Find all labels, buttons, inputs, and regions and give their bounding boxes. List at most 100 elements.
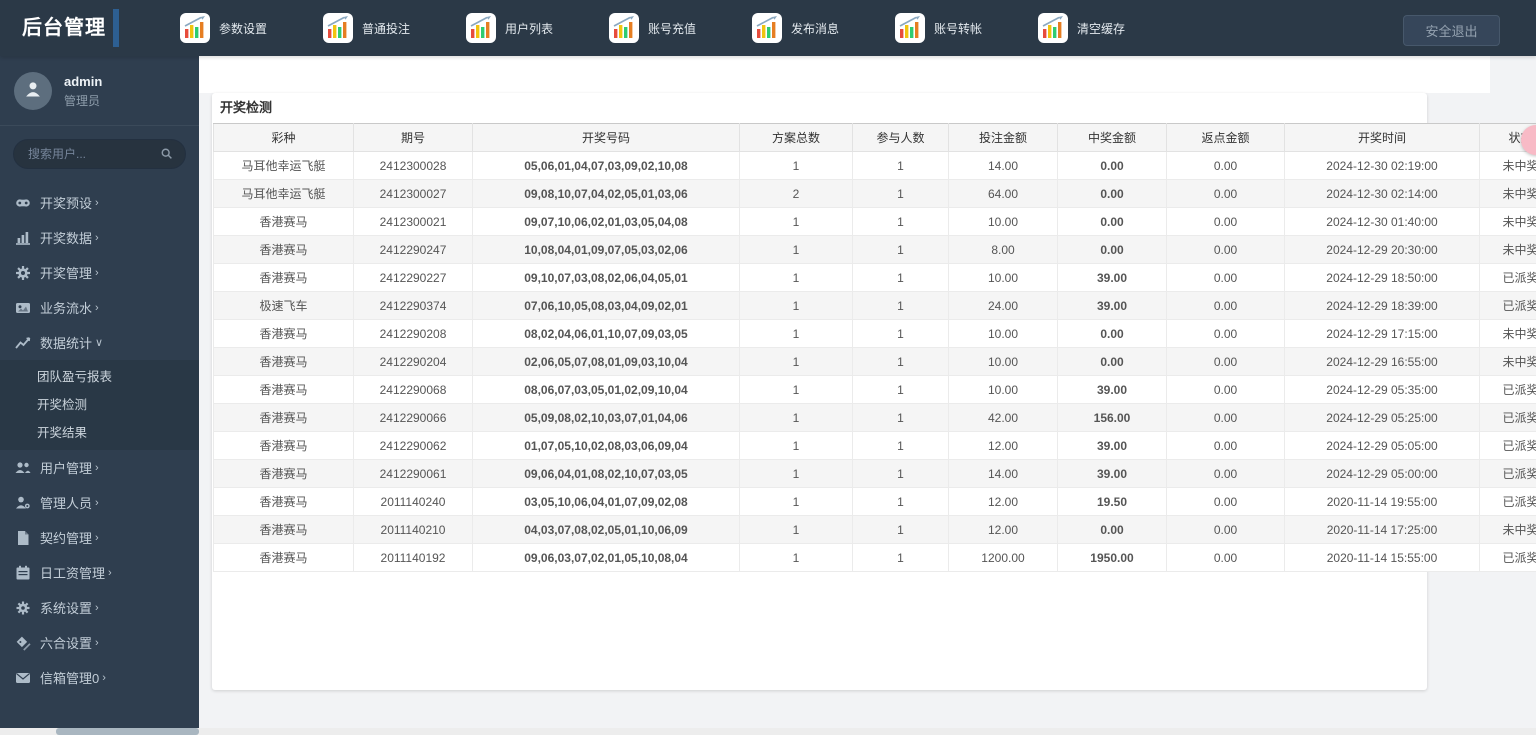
user-name: admin	[64, 73, 103, 89]
cell-plans: 1	[739, 431, 853, 460]
cell-issue: 2412300027	[353, 179, 473, 208]
sidebar-item-draw-preset[interactable]: 开奖预设 ›	[0, 185, 199, 220]
cell-win: 0.00	[1057, 347, 1167, 376]
sidebar-item-draw-manage[interactable]: 开奖管理 ›	[0, 255, 199, 290]
topbar-item-publish-message[interactable]: 发布消息	[752, 13, 895, 43]
topbar-item-label: 普通投注	[362, 21, 411, 36]
table-row: 香港赛马 2412290247 10,08,04,01,09,07,05,03,02…	[213, 235, 1536, 264]
user-icon	[23, 79, 43, 104]
column-header: 投注金额	[948, 123, 1058, 152]
cell-lottery: 香港赛马	[213, 515, 354, 544]
column-header: 返点金额	[1166, 123, 1285, 152]
table-row: 香港赛马 2412290062 01,07,05,10,02,08,03,06,09…	[213, 431, 1536, 460]
cell-issue: 2412300021	[353, 207, 473, 236]
cell-issue: 2412290227	[353, 263, 473, 292]
app-title: 后台管理	[22, 17, 106, 39]
chart-icon	[895, 13, 925, 43]
cell-time: 2024-12-30 02:14:00	[1284, 179, 1480, 208]
cell-players: 1	[852, 515, 949, 544]
cell-status: 未中奖	[1479, 347, 1536, 376]
cell-lottery: 香港赛马	[213, 375, 354, 404]
table-row: 香港赛马 2011140192 09,06,03,07,02,01,05,10,08…	[213, 543, 1536, 572]
cell-plans: 1	[739, 375, 853, 404]
cell-bet: 24.00	[948, 291, 1058, 320]
cell-lottery: 香港赛马	[213, 543, 354, 572]
cell-players: 1	[852, 375, 949, 404]
sidebar-item-draw-data[interactable]: 开奖数据 ›	[0, 220, 199, 255]
topbar-item-user-list[interactable]: 用户列表	[466, 13, 609, 43]
chevron-right-icon: ›	[95, 496, 99, 509]
user-gear-icon	[14, 494, 31, 511]
sidebar-item-data-stats[interactable]: 数据统计 ∨	[0, 325, 199, 360]
cell-lottery: 香港赛马	[213, 487, 354, 516]
chevron-right-icon: ›	[95, 196, 99, 209]
cell-players: 1	[852, 487, 949, 516]
sidebar-item-label: 开奖管理	[40, 266, 93, 281]
sidebar: admin 管理员 开奖预设›开奖数据›开奖管理›业务流水›数据统计∨团队盈亏报…	[0, 56, 199, 735]
horizontal-scrollbar[interactable]	[0, 728, 1536, 735]
cell-numbers: 05,09,08,02,10,03,07,01,04,06	[472, 403, 740, 432]
topbar-item-label: 发布消息	[791, 21, 840, 36]
cell-plans: 1	[739, 459, 853, 488]
cell-rebate: 0.00	[1166, 487, 1285, 516]
cell-issue: 2412290204	[353, 347, 473, 376]
column-header: 彩种	[213, 123, 354, 152]
sidebar-subitem-draw-result[interactable]: 开奖结果	[0, 419, 199, 447]
cell-issue: 2412290066	[353, 403, 473, 432]
cell-status: 已派奖	[1479, 431, 1536, 460]
sidebar-subitem-draw-check[interactable]: 开奖检测	[0, 391, 199, 419]
cell-numbers: 09,08,10,07,04,02,05,01,03,06	[472, 179, 740, 208]
sidebar-item-system-settings[interactable]: 系统设置 ›	[0, 590, 199, 625]
cell-bet: 10.00	[948, 263, 1058, 292]
chart-icon	[1038, 13, 1068, 43]
column-header: 开奖号码	[472, 123, 740, 152]
table-header-row: 彩种期号开奖号码方案总数参与人数投注金额中奖金额返点金额开奖时间状态	[213, 123, 1536, 152]
search-icon[interactable]	[160, 147, 173, 160]
cell-issue: 2011140192	[353, 543, 473, 572]
scrollbar-thumb[interactable]	[56, 728, 199, 735]
topbar-item-clear-cache[interactable]: 清空缓存	[1038, 13, 1181, 43]
column-header: 开奖时间	[1284, 123, 1480, 152]
table-row: 香港赛马 2412290061 09,06,04,01,08,02,10,07,03…	[213, 459, 1536, 488]
table-row: 香港赛马 2011140240 03,05,10,06,04,01,07,09,02…	[213, 487, 1536, 516]
cell-win: 0.00	[1057, 179, 1167, 208]
cell-status: 已派奖	[1479, 375, 1536, 404]
table-row: 香港赛马 2412290227 09,10,07,03,08,02,06,04,05…	[213, 263, 1536, 292]
logout-button[interactable]: 安全退出	[1403, 15, 1500, 46]
cell-plans: 2	[739, 179, 853, 208]
accent-divider	[113, 9, 119, 47]
cell-numbers: 08,02,04,06,01,10,07,09,03,05	[472, 319, 740, 348]
cell-lottery: 极速飞车	[213, 291, 354, 320]
gears-icon	[14, 264, 31, 281]
cell-bet: 8.00	[948, 235, 1058, 264]
sidebar-item-business-flow[interactable]: 业务流水 ›	[0, 290, 199, 325]
cell-lottery: 香港赛马	[213, 235, 354, 264]
cell-win: 0.00	[1057, 319, 1167, 348]
cell-time: 2024-12-29 05:25:00	[1284, 403, 1480, 432]
chart-icon	[466, 13, 496, 43]
sidebar-item-user-manage[interactable]: 用户管理 ›	[0, 450, 199, 485]
cell-plans: 1	[739, 347, 853, 376]
sidebar-item-liuhe-settings[interactable]: 六合设置 ›	[0, 625, 199, 660]
cell-issue: 2412290208	[353, 319, 473, 348]
topbar-item-params-settings[interactable]: 参数设置	[180, 13, 323, 43]
topbar: 后台管理 参数设置 普通投注 用户列表 账号充值 发布消息 账号转帐 清空缓存 安全退出	[0, 0, 1536, 56]
avatar	[14, 72, 52, 110]
sidebar-item-daily-wage[interactable]: 日工资管理 ›	[0, 555, 199, 590]
sidebar-item-mailbox-manage[interactable]: 信箱管理0 ›	[0, 660, 199, 695]
chevron-right-icon: ›	[95, 231, 99, 244]
table-row: 香港赛马 2412290204 02,06,05,07,08,01,09,03,10…	[213, 347, 1536, 376]
topbar-item-account-recharge[interactable]: 账号充值	[609, 13, 752, 43]
cell-issue: 2412290247	[353, 235, 473, 264]
sidebar-item-label: 业务流水	[40, 301, 93, 316]
topbar-item-account-transfer[interactable]: 账号转帐	[895, 13, 1038, 43]
sidebar-subitem-team-profit-report[interactable]: 团队盈亏报表	[0, 363, 199, 391]
cell-issue: 2412300028	[353, 151, 473, 180]
cell-players: 1	[852, 403, 949, 432]
table-row: 香港赛马 2011140210 04,03,07,08,02,05,01,10,06…	[213, 515, 1536, 544]
sidebar-item-admin-staff[interactable]: 管理人员 ›	[0, 485, 199, 520]
chevron-right-icon: ›	[102, 671, 106, 684]
topbar-item-normal-bet[interactable]: 普通投注	[323, 13, 466, 43]
sidebar-item-contract-manage[interactable]: 契约管理 ›	[0, 520, 199, 555]
cell-status: 已派奖	[1479, 543, 1536, 572]
